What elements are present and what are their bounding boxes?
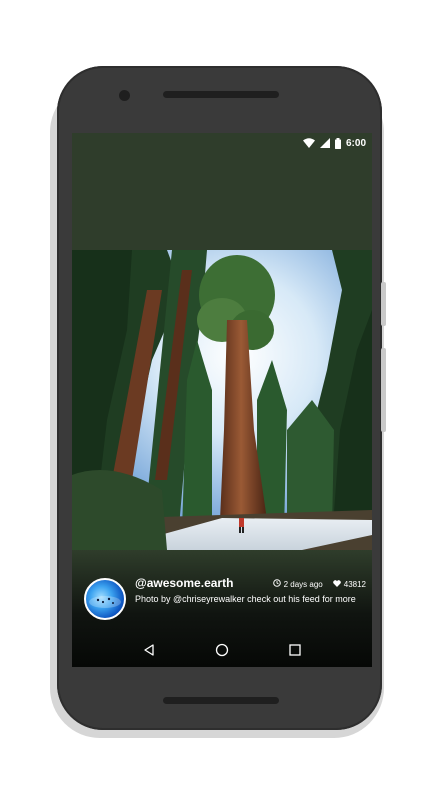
recents-icon[interactable] [280,635,310,665]
phone-screen: 6:00 @awesome.earth 2 days ago 43812 Pho… [72,133,372,667]
post-caption: Photo by @chriseyrewalker check out his … [135,594,356,604]
clock-icon [272,579,281,589]
back-icon[interactable] [134,635,164,665]
cellular-signal-icon [319,138,330,148]
earpiece-speaker [163,91,279,98]
post-meta: 2 days ago 43812 [272,579,366,589]
bottom-speaker [163,697,279,704]
post-like-count: 43812 [343,579,366,589]
heart-icon[interactable] [332,579,341,589]
post-time-ago: 2 days ago [283,579,323,589]
status-bar: 6:00 [72,133,372,153]
volume-button [381,348,386,432]
profile-avatar[interactable] [84,578,126,620]
home-icon[interactable] [207,635,237,665]
battery-icon [334,137,341,149]
navigation-bar [72,632,372,667]
status-time: 6:00 [345,137,366,149]
power-button [381,282,386,326]
wifi-icon [302,138,315,148]
front-camera [119,90,130,101]
post-image[interactable] [72,250,372,550]
post-username[interactable]: @awesome.earth [135,576,233,590]
